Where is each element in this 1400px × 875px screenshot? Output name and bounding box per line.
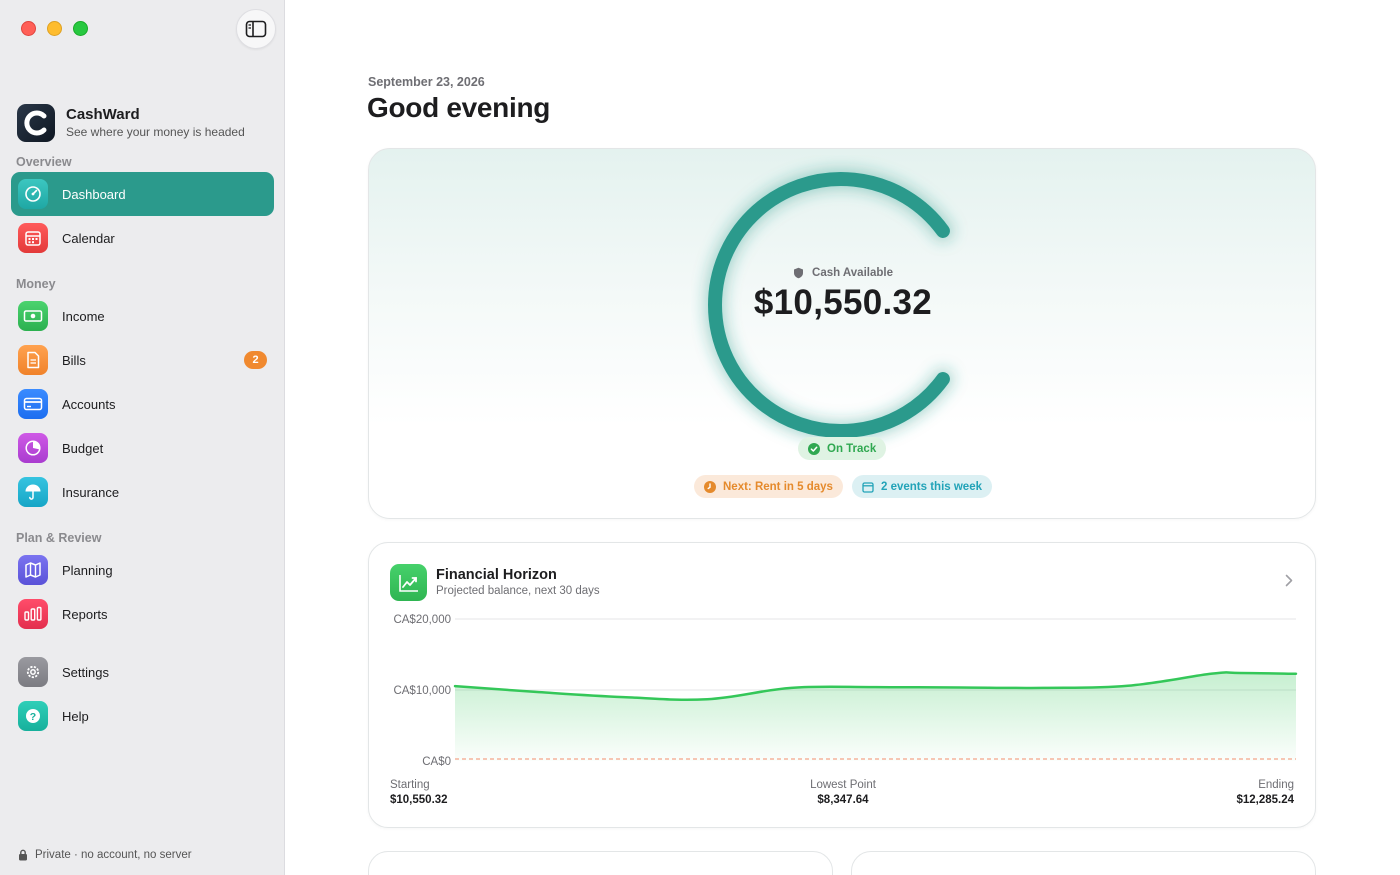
cash-available-text: Cash Available [812, 267, 893, 279]
bills-count-badge: 2 [244, 351, 267, 369]
sidebar-item-label: Reports [62, 606, 108, 622]
bottom-card-right[interactable] [851, 851, 1316, 875]
sidebar-item-label: Planning [62, 562, 113, 578]
chart-y-tick-label: CA$20,000 [393, 614, 451, 626]
brand: CashWard See where your money is headed [17, 104, 245, 142]
sidebar-item-dashboard[interactable]: Dashboard [11, 172, 274, 216]
clock-icon [704, 480, 716, 493]
checkmark-circle-icon [808, 442, 820, 455]
page-title: Good evening [367, 92, 551, 123]
chart-area-fill [455, 672, 1296, 761]
lock-icon [19, 849, 27, 861]
bottom-card-left[interactable] [368, 851, 833, 875]
sidebar-item-label: Help [62, 708, 89, 724]
sidebar-item-label: Accounts [62, 396, 116, 412]
sidebar-item-label: Budget [62, 440, 104, 456]
ending-label: Ending [1258, 779, 1294, 791]
section-money: Money [16, 277, 56, 291]
sidebar-item-planning[interactable]: Planning [11, 548, 274, 592]
sidebar-item-budget[interactable]: Budget [11, 426, 274, 470]
sidebar-item-insurance[interactable]: Insurance [11, 470, 274, 514]
financial-horizon-chart: CA$20,000 CA$10,000 CA$0 [393, 614, 1298, 768]
lowest-point-value: $8,347.64 [817, 794, 869, 806]
main-content: September 23, 2026 Good evening Cash Ava… [285, 0, 1400, 875]
current-date: September 23, 2026 [368, 75, 485, 89]
sidebar-item-settings[interactable]: Settings [11, 650, 274, 694]
gauge-icon [18, 179, 48, 209]
minimize-window-button[interactable] [47, 21, 62, 36]
sidebar-item-calendar[interactable]: Calendar [11, 216, 274, 260]
bar-chart-icon [18, 599, 48, 629]
cash-available-amount: $10,550.32 [753, 283, 933, 322]
sidebar-item-label: Bills [62, 352, 86, 368]
window-controls [21, 21, 88, 36]
sidebar-toggle-button[interactable] [236, 9, 276, 49]
events-this-week-text: 2 events this week [881, 480, 982, 493]
svg-text:?: ? [30, 711, 36, 723]
calendar-small-icon [862, 481, 874, 493]
next-bill-pill[interactable]: Next: Rent in 5 days [694, 475, 843, 498]
chart-y-tick-label: CA$10,000 [393, 685, 451, 697]
on-track-text: On Track [827, 442, 877, 455]
sidebar-item-label: Insurance [62, 484, 120, 500]
cash-available-label: Cash Available [369, 267, 1317, 279]
privacy-note-text: Private · no account, no server [35, 849, 192, 861]
sidebar-item-label: Dashboard [62, 186, 126, 202]
pie-chart-icon [18, 433, 48, 463]
events-this-week-pill[interactable]: 2 events this week [852, 475, 992, 498]
sidebar: CashWard See where your money is headed … [0, 0, 285, 875]
sidebar-item-help[interactable]: ? Help [11, 694, 274, 738]
sidebar-item-income[interactable]: Income [11, 294, 274, 338]
lowest-point-label: Lowest Point [810, 779, 876, 791]
sidebar-item-label: Settings [62, 664, 109, 680]
section-overview: Overview [16, 155, 72, 169]
shield-icon [794, 267, 804, 279]
close-window-button[interactable] [21, 21, 36, 36]
sidebar-item-label: Calendar [62, 230, 115, 246]
sidebar-item-bills[interactable]: Bills 2 [11, 338, 274, 382]
sidebar-toggle-icon [245, 20, 267, 38]
gear-icon [18, 657, 48, 687]
document-icon [18, 345, 48, 375]
cash-available-card[interactable]: Cash Available $10,550.32 On Track Next:… [368, 148, 1316, 519]
financial-horizon-card[interactable]: Financial Horizon Projected balance, nex… [368, 542, 1316, 828]
next-bill-text: Next: Rent in 5 days [723, 480, 833, 493]
question-mark-icon: ? [18, 701, 48, 731]
map-icon [18, 555, 48, 585]
credit-card-icon [18, 389, 48, 419]
ending-value: $12,285.24 [1236, 794, 1294, 806]
privacy-note: Private · no account, no server [18, 849, 192, 861]
sidebar-item-accounts[interactable]: Accounts [11, 382, 274, 426]
on-track-status-badge: On Track [798, 437, 887, 460]
banknote-icon [18, 301, 48, 331]
cashward-logo-icon [17, 104, 55, 142]
brand-name: CashWard [66, 106, 140, 123]
sidebar-item-label: Income [62, 308, 105, 324]
brand-tagline: See where your money is headed [66, 125, 245, 139]
sidebar-item-reports[interactable]: Reports [11, 592, 274, 636]
zoom-window-button[interactable] [73, 21, 88, 36]
calendar-icon [18, 223, 48, 253]
chart-y-tick-label: CA$0 [422, 756, 451, 768]
section-plan-review: Plan & Review [16, 531, 102, 545]
umbrella-icon [18, 477, 48, 507]
